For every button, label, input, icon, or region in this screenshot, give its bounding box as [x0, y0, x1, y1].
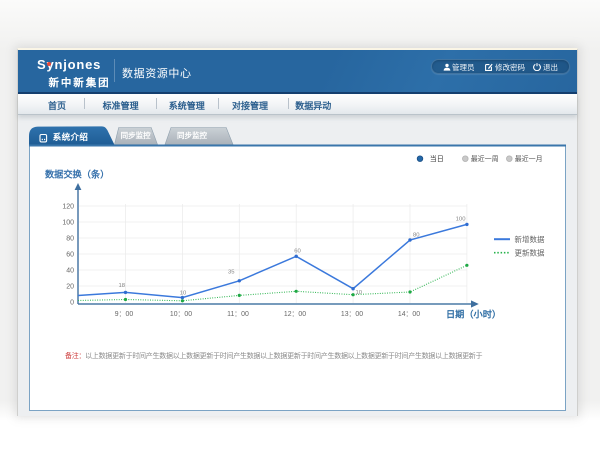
- svg-text:最近一周: 最近一周: [471, 154, 499, 163]
- svg-text:最近一月: 最近一月: [515, 154, 543, 163]
- svg-text:0: 0: [70, 299, 74, 306]
- svg-text:新增数据: 新增数据: [515, 234, 545, 244]
- svg-text:更新数据: 更新数据: [515, 247, 545, 257]
- svg-text:60: 60: [294, 249, 301, 255]
- svg-text:20: 20: [66, 283, 74, 290]
- svg-text:100: 100: [456, 217, 467, 223]
- svg-text:12：00: 12：00: [284, 311, 306, 318]
- svg-text:80: 80: [66, 235, 74, 242]
- svg-text:系统介绍: 系统介绍: [53, 132, 89, 142]
- svg-text:10：00: 10：00: [170, 311, 192, 318]
- svg-text:60: 60: [66, 251, 74, 258]
- svg-text:35: 35: [228, 270, 235, 276]
- svg-text:同步监控: 同步监控: [121, 130, 151, 140]
- svg-text:18: 18: [118, 283, 125, 289]
- svg-text:40: 40: [66, 267, 74, 274]
- svg-text:13：00: 13：00: [341, 311, 363, 318]
- svg-text:120: 120: [62, 203, 74, 210]
- svg-text:11：00: 11：00: [227, 311, 249, 318]
- svg-text:10: 10: [356, 290, 363, 296]
- svg-text:数据交换（条）: 数据交换（条）: [44, 169, 109, 180]
- svg-text:同步监控: 同步监控: [177, 130, 207, 140]
- svg-text:9：00: 9：00: [115, 311, 134, 318]
- svg-text:14：00: 14：00: [398, 311, 420, 318]
- svg-text:当日: 当日: [430, 154, 444, 163]
- svg-text:80: 80: [413, 233, 420, 239]
- svg-text:日期（小时）: 日期（小时）: [446, 309, 501, 320]
- svg-text:100: 100: [62, 219, 74, 226]
- svg-text:10: 10: [180, 291, 187, 297]
